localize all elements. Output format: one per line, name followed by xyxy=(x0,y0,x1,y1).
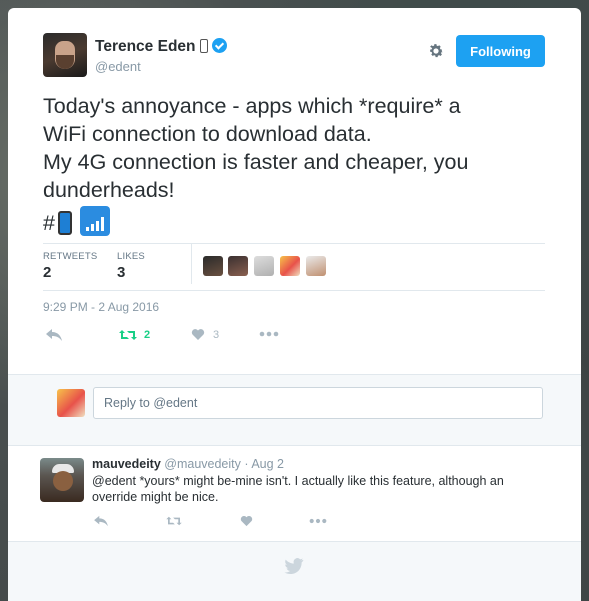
liker-avatar[interactable] xyxy=(280,256,300,276)
retweets-count[interactable]: 2 xyxy=(43,264,51,281)
tweet-line: # xyxy=(43,206,523,237)
tweet-line: My 4G connection is faster and cheaper, … xyxy=(43,150,469,174)
reply-action[interactable] xyxy=(45,328,63,342)
reply-input[interactable]: Reply to @edent xyxy=(93,387,543,419)
liker-avatar[interactable] xyxy=(306,256,326,276)
likes-count[interactable]: 3 xyxy=(117,264,125,281)
reply-author-handle[interactable]: @mauvedeity xyxy=(164,457,241,471)
heart-icon xyxy=(240,516,253,527)
tweet-card: Terence Eden @edent Following Today's an… xyxy=(8,8,581,601)
tweet-line: Today's annoyance - apps which *require*… xyxy=(43,94,461,118)
tweet-line: dunderheads! xyxy=(43,178,175,202)
author-handle[interactable]: @edent xyxy=(95,59,141,74)
reply-author: mauvedeity @mauvedeity · Aug 2 xyxy=(92,457,284,471)
more-icon xyxy=(309,518,327,524)
reply-date[interactable]: · Aug 2 xyxy=(244,457,284,471)
reply-more-action[interactable] xyxy=(309,518,327,524)
liker-avatar[interactable] xyxy=(254,256,274,276)
reply-author-avatar[interactable] xyxy=(40,458,84,502)
tweet-text: Today's annoyance - apps which *require*… xyxy=(43,92,523,237)
tweet-timestamp[interactable]: 9:29 PM - 2 Aug 2016 xyxy=(43,300,159,314)
divider xyxy=(43,243,545,244)
retweet-count: 2 xyxy=(144,329,151,341)
following-button[interactable]: Following xyxy=(456,35,545,67)
twitter-bird-icon[interactable] xyxy=(284,558,304,574)
phone-icon xyxy=(199,39,208,53)
like-action[interactable]: 3 xyxy=(191,328,219,341)
retweet-icon xyxy=(166,516,182,526)
liker-avatar[interactable] xyxy=(228,256,248,276)
divider xyxy=(191,244,192,284)
verified-icon xyxy=(211,38,227,53)
reply-author-name[interactable]: mauvedeity xyxy=(92,457,161,471)
more-icon xyxy=(259,331,279,337)
reply-reply-action[interactable] xyxy=(93,515,109,527)
reply-retweet-action[interactable] xyxy=(165,515,183,527)
more-action[interactable] xyxy=(259,331,279,337)
footer xyxy=(8,541,581,601)
retweets-label[interactable]: RETWEETS xyxy=(43,251,97,262)
reply-text: @edent *yours* might be-mine isn't. I ac… xyxy=(92,474,504,504)
hashtag[interactable]: # xyxy=(43,211,55,235)
reply-icon xyxy=(46,329,62,341)
divider xyxy=(43,290,545,291)
like-count: 3 xyxy=(213,328,220,341)
reply-icon xyxy=(94,515,108,527)
author-name[interactable]: Terence Eden xyxy=(95,38,227,56)
retweet-icon xyxy=(119,330,137,340)
signal-bars-icon xyxy=(79,206,110,236)
retweet-action[interactable]: 2 xyxy=(118,328,150,342)
tweet-line: WiFi connection to download data. xyxy=(43,122,372,146)
author-avatar[interactable] xyxy=(43,33,87,77)
mobile-phone-icon xyxy=(57,211,72,235)
gear-icon[interactable] xyxy=(427,42,445,60)
current-user-avatar xyxy=(57,389,85,417)
heart-icon xyxy=(191,329,205,340)
reply-like-action[interactable] xyxy=(240,515,253,527)
liker-avatar[interactable] xyxy=(203,256,223,276)
likes-label[interactable]: LIKES xyxy=(117,251,145,262)
